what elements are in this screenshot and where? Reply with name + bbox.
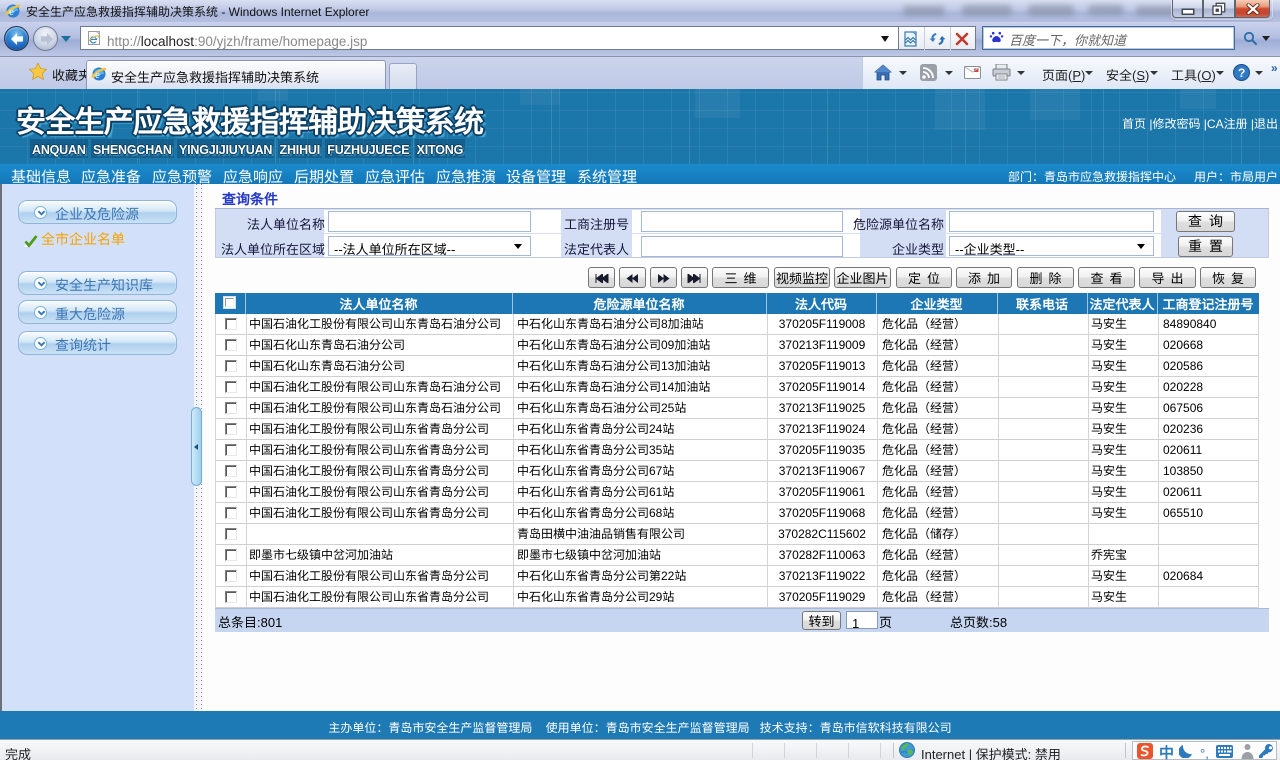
svg-text:e: e [9,6,14,18]
svg-text:?: ? [1238,66,1245,80]
svg-text:e: e [95,69,100,81]
